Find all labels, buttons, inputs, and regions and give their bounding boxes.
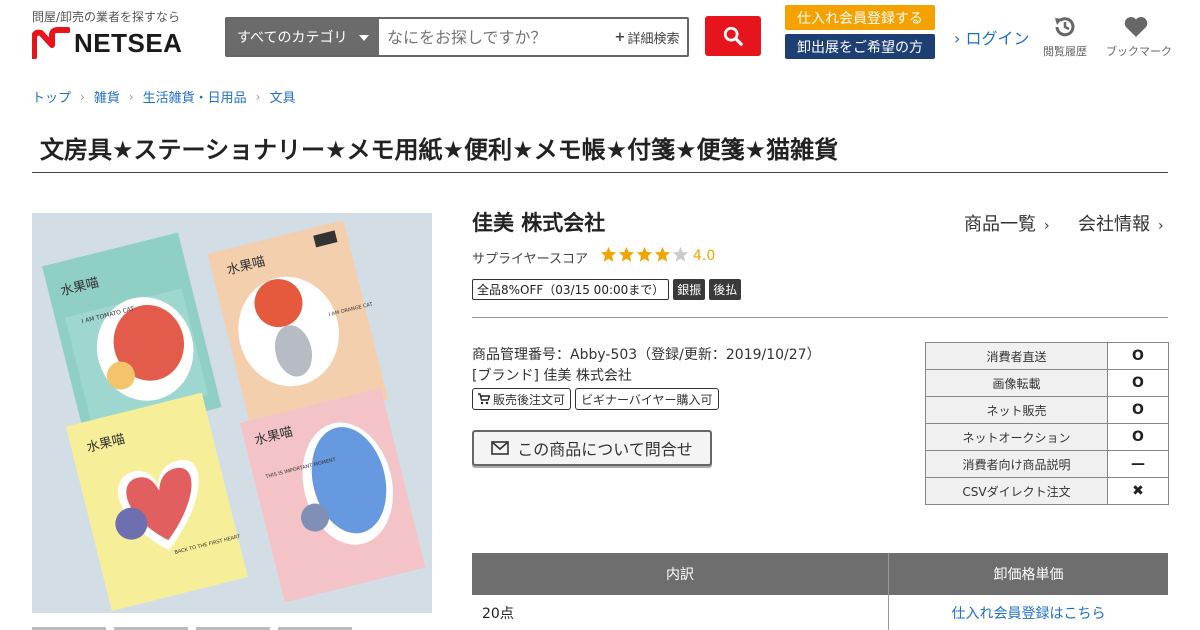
permission-value: O [1107,369,1169,397]
price-header-breakdown: 内訳 [472,553,889,595]
permission-label: ネット販売 [925,396,1108,424]
netsea-logo-icon [32,27,70,59]
history-button[interactable]: 閲覧履歴 [1035,14,1095,59]
table-row: 20点 仕入れ会員登録はこちら [472,595,1168,630]
price-table-header: 内訳 卸価格単価 [472,553,1168,595]
price-row-register-link[interactable]: 仕入れ会員登録はこちら [889,595,1168,630]
table-row: CSVダイレクト注文 ✖ [925,477,1169,505]
breadcrumb: トップ › 雑貨 › 生活雑貨・日用品 › 文具 [32,87,296,107]
history-icon [1055,17,1075,37]
permission-value: ✖ [1107,477,1169,505]
title-divider [32,172,1168,173]
permission-label: CSVダイレクト注文 [925,477,1108,505]
company-info-link[interactable]: 会社情報 › [1078,210,1164,236]
star-icon [618,246,635,262]
breadcrumb-item-daily-goods[interactable]: 生活雑貨・日用品 [143,87,247,106]
bank-transfer-badge: 銀振 [673,279,706,300]
search-input[interactable] [379,19,607,55]
page-title: 文房具★ステーショナリー★メモ用紙★便利★メモ帳★付箋★便箋★猫雑貨 [40,136,839,164]
advanced-search-label: 詳細検索 [627,31,680,47]
table-row: ネット販売 O [925,396,1169,424]
permission-label: 消費者向け商品説明 [925,450,1108,478]
brand-info: [ブランド] 佳美 株式会社 [472,368,632,384]
chevron-right-icon: › [255,89,261,104]
product-image[interactable]: 水果喵 I AM TOMATO CAT 水果喵 I AM ORANGE CAT … [32,213,432,613]
login-link[interactable]: › ログイン [954,25,1030,49]
chevron-right-icon: › [128,89,134,104]
history-label: 閲覧履歴 [1043,45,1087,58]
category-select-label: すべてのカテゴリ [237,30,348,46]
search-icon [723,26,743,46]
supplier-badges: 全品8%OFF（03/15 00:00まで） 銀振 後払 [472,279,742,300]
table-row: 消費者直送 O [925,342,1169,370]
plus-icon: + [614,29,626,45]
search-button[interactable] [705,16,761,56]
tagline: 問屋/卸売の業者を探すなら [32,10,181,24]
category-select[interactable]: すべてのカテゴリ [227,19,379,55]
price-row-quantity: 20点 [472,595,889,630]
cart-icon [478,393,490,405]
product-tags: 販売後注文可 ビギナーバイヤー購入可 [472,388,719,410]
inquiry-button[interactable]: この商品について問合せ [472,430,712,466]
star-icon [636,246,653,262]
chevron-right-icon: › [1158,218,1164,234]
breadcrumb-item-zakka[interactable]: 雑貨 [94,87,120,106]
heart-icon [1124,17,1148,37]
login-label: ログイン [965,29,1030,48]
section-divider [472,317,1168,318]
table-row: 消費者向け商品説明 — [925,450,1169,478]
logo-text: NETSEA [74,27,183,58]
exhibit-button[interactable]: 卸出展をご希望の方 [785,34,935,59]
permissions-table: 消費者直送 O 画像転載 O ネット販売 O ネットオークション O 消費者向け商品説明 — CSV… [925,342,1169,505]
star-icon [654,246,671,262]
permission-label: 消費者直送 [925,342,1108,370]
inquiry-label: この商品について問合せ [517,440,693,459]
supplier-name[interactable]: 佳美 株式会社 [472,207,605,237]
envelope-icon [491,441,510,455]
management-number: 商品管理番号：Abby-503（登録/更新：2019/10/27） [472,347,821,363]
price-header-unit-price: 卸価格単価 [993,567,1064,583]
product-list-label: 商品一覧 [964,214,1036,235]
search-bar: すべてのカテゴリ + 詳細検索 [225,17,689,57]
register-member-button[interactable]: 仕入れ会員登録する [785,5,935,30]
tag-beginner-buyer: ビギナーバイヤー購入可 [575,388,719,410]
product-photo: 水果喵 I AM TOMATO CAT 水果喵 I AM ORANGE CAT … [32,213,432,613]
permission-value: — [1107,450,1169,478]
chevron-down-icon [359,35,369,41]
bookmark-label: ブックマーク [1106,45,1172,58]
permission-value: O [1107,342,1169,370]
breadcrumb-item-top[interactable]: トップ [32,87,71,106]
star-icon [672,246,689,262]
table-row: 画像転載 O [925,369,1169,397]
advanced-search-link[interactable]: + 詳細検索 [607,19,687,55]
postpay-badge: 後払 [709,279,742,300]
permission-label: 画像転載 [925,369,1108,397]
product-list-link[interactable]: 商品一覧 › [964,210,1050,236]
chevron-right-icon: › [954,29,961,48]
discount-badge: 全品8%OFF（03/15 00:00まで） [472,279,670,300]
star-icon [600,246,617,262]
permission-value: O [1107,396,1169,424]
chevron-right-icon: › [1044,218,1050,234]
breadcrumb-item-stationery[interactable]: 文具 [269,87,295,106]
permission-value: O [1107,423,1169,451]
tag-order-after-sale: 販売後注文可 [472,388,572,410]
star-rating [600,246,689,263]
netsea-logo[interactable]: NETSEA [32,27,182,59]
company-info-label: 会社情報 [1078,214,1150,235]
permission-label: ネットオークション [925,423,1108,451]
supplier-score-label: サプライヤースコア [472,252,588,267]
chevron-right-icon: › [80,89,85,104]
tag-label: 販売後注文可 [493,392,566,407]
table-row: ネットオークション O [925,423,1169,451]
bookmark-button[interactable]: ブックマーク [1106,14,1172,59]
supplier-score-value: 4.0 [693,248,716,264]
